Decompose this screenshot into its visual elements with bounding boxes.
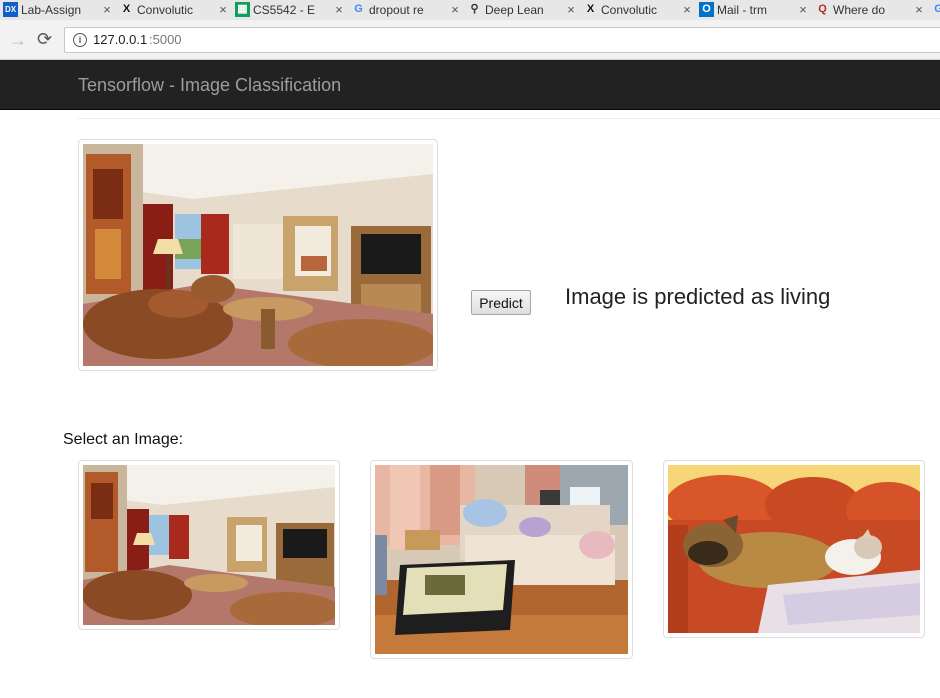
select-image-label: Select an Image: bbox=[63, 431, 184, 448]
browser-tab[interactable]: ⚲ Deep Lean × bbox=[463, 0, 586, 20]
dropbox-icon: DX bbox=[3, 2, 18, 17]
hotel-living-room-image bbox=[83, 144, 433, 366]
close-tab-icon[interactable]: × bbox=[333, 2, 345, 18]
close-tab-icon[interactable]: × bbox=[217, 2, 229, 18]
close-tab-icon[interactable]: × bbox=[913, 2, 925, 18]
google-icon: G bbox=[351, 2, 366, 17]
divider bbox=[78, 118, 940, 119]
google-icon: G bbox=[931, 2, 940, 17]
close-tab-icon[interactable]: × bbox=[681, 2, 693, 18]
browser-tab[interactable]: ▦ CS5542 - E × bbox=[231, 0, 354, 20]
outlook-icon: O bbox=[699, 2, 714, 17]
browser-tab[interactable]: Gdropout re × bbox=[347, 0, 470, 20]
tab-title: Deep Lean bbox=[485, 3, 544, 17]
image-choice-hotel-room[interactable] bbox=[78, 460, 340, 630]
selected-image-preview bbox=[78, 139, 438, 371]
app-navbar: Tensorflow - Image Classification bbox=[0, 60, 940, 110]
navbar-brand[interactable]: Tensorflow - Image Classification bbox=[78, 75, 341, 95]
browser-tab[interactable]: Q Where do × bbox=[811, 0, 934, 20]
link-icon: ⚲ bbox=[467, 2, 482, 17]
tab-title: Mail - trm bbox=[717, 3, 767, 17]
browser-tab[interactable]: X Convolutic × bbox=[579, 0, 702, 20]
reload-icon[interactable]: ⟳ bbox=[37, 29, 52, 49]
browser-tab[interactable]: X Convolutic × bbox=[115, 0, 238, 20]
x-icon: X bbox=[583, 2, 598, 17]
dog-and-cat-couch-image bbox=[668, 465, 920, 633]
image-choice-apartment-living-room[interactable] bbox=[370, 460, 633, 659]
close-tab-icon[interactable]: × bbox=[797, 2, 809, 18]
tab-title: CS5542 - E bbox=[253, 3, 316, 17]
url-host: 127.0.0.1 bbox=[93, 32, 148, 47]
predict-button[interactable]: Predict bbox=[471, 290, 531, 315]
browser-tab-strip: DX Lab-Assign × X Convolutic × ▦ CS5542 - E × Gdr… bbox=[0, 0, 940, 20]
tab-title: Where do bbox=[833, 3, 886, 17]
close-tab-icon[interactable]: × bbox=[565, 2, 577, 18]
quora-icon: Q bbox=[815, 2, 830, 17]
apartment-living-room-image bbox=[375, 465, 628, 654]
close-tab-icon[interactable]: × bbox=[449, 2, 461, 18]
back-arrow-icon[interactable]: → bbox=[9, 30, 27, 50]
address-bar[interactable]: i 127.0.0.1 :5000 bbox=[64, 27, 940, 53]
url-port: :5000 bbox=[149, 32, 182, 47]
tab-title: Convolutic bbox=[137, 3, 194, 17]
sheets-icon: ▦ bbox=[235, 2, 250, 17]
browser-tab[interactable]: G bbox=[927, 0, 940, 20]
tab-title: Lab-Assign bbox=[21, 3, 82, 17]
hotel-living-room-image bbox=[83, 465, 335, 625]
close-tab-icon[interactable]: × bbox=[101, 2, 113, 18]
browser-toolbar: → ⟳ i 127.0.0.1 :5000 bbox=[0, 20, 940, 60]
tab-title: Convolutic bbox=[601, 3, 658, 17]
x-icon: X bbox=[119, 2, 134, 17]
prediction-result: Image is predicted as living bbox=[565, 284, 831, 309]
tab-title: dropout re bbox=[369, 3, 424, 17]
info-icon[interactable]: i bbox=[73, 33, 87, 47]
browser-tab[interactable]: DX Lab-Assign × bbox=[0, 0, 122, 20]
image-choice-dog-and-cat-on-couch[interactable] bbox=[663, 460, 925, 638]
browser-tab[interactable]: O Mail - trm × bbox=[695, 0, 818, 20]
